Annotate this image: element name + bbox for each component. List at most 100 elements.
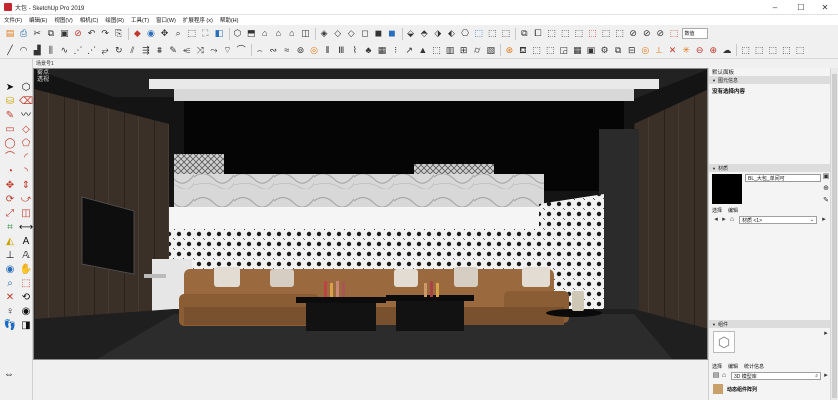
paste-icon[interactable]: ▣ bbox=[58, 28, 70, 40]
home-icon[interactable]: ⌂ bbox=[729, 216, 735, 223]
redo-icon[interactable]: ↷ bbox=[99, 28, 111, 40]
follow-me-icon[interactable]: ⤻ bbox=[19, 193, 33, 206]
material-collection-select[interactable]: 材质 <1> ⌄ bbox=[739, 216, 817, 224]
cube-icon[interactable]: ⬚ bbox=[531, 44, 543, 56]
select-icon[interactable]: ➤ bbox=[3, 81, 17, 94]
freehand-icon[interactable]: 〰 bbox=[19, 109, 33, 122]
material-swatch[interactable] bbox=[712, 174, 742, 204]
top-view-icon[interactable]: ⬒ bbox=[245, 28, 257, 40]
previous-view-icon[interactable]: ◧ bbox=[213, 28, 225, 40]
cut-icon[interactable]: ✂ bbox=[31, 28, 43, 40]
rectangle-icon[interactable]: ▭ bbox=[3, 123, 17, 136]
offset-tool-icon[interactable]: ◫ bbox=[19, 207, 33, 220]
three-point-arc-icon[interactable]: ◝ bbox=[19, 165, 33, 178]
model-icon[interactable]: ⬚ bbox=[739, 44, 751, 56]
components-header[interactable]: ▼ 组件 bbox=[709, 320, 831, 328]
flip-edge-icon[interactable]: ⊘ bbox=[654, 28, 666, 40]
dimension-tool-icon[interactable]: ⟷ bbox=[19, 221, 33, 234]
scale-icon[interactable]: ⤢ bbox=[3, 207, 17, 220]
zoom-window-tool-icon[interactable]: ⬚ bbox=[19, 277, 33, 290]
cap-icon[interactable]: ⌢ bbox=[254, 44, 266, 56]
create-material-icon[interactable]: ⊕ bbox=[823, 185, 829, 192]
text-icon[interactable]: A bbox=[19, 235, 33, 248]
sample-paint-icon[interactable]: ✎ bbox=[823, 197, 829, 204]
warehouse-icon[interactable]: ⬙ bbox=[405, 28, 417, 40]
menu-view[interactable]: 视图(V) bbox=[54, 16, 72, 24]
layer-icon[interactable]: ▥ bbox=[444, 44, 456, 56]
wave-icon[interactable]: ∾ bbox=[267, 44, 279, 56]
share-model-icon[interactable]: ⬘ bbox=[418, 28, 430, 40]
offset-icon[interactable]: ⫽ bbox=[126, 44, 138, 56]
section-tool-icon[interactable]: ◨ bbox=[19, 319, 33, 332]
right-view-icon[interactable]: ⌂ bbox=[272, 28, 284, 40]
shaded-icon[interactable]: ◼ bbox=[372, 28, 384, 40]
zoom-window-icon[interactable]: ⬚ bbox=[186, 28, 198, 40]
drape-icon[interactable]: ⊘ bbox=[627, 28, 639, 40]
shaded-textures-icon[interactable]: ◼ bbox=[386, 28, 398, 40]
chamfer-icon[interactable]: ⤨ bbox=[194, 44, 206, 56]
sun-icon[interactable]: ✳ bbox=[680, 44, 692, 56]
wall-icon[interactable]: ▦ bbox=[376, 44, 388, 56]
menu-window[interactable]: 窗口(W) bbox=[156, 16, 176, 24]
component-item-label[interactable]: 动态组件阵列 bbox=[727, 386, 757, 393]
circle-icon[interactable]: ◯ bbox=[3, 137, 17, 150]
solid-union-icon[interactable]: ⧉ bbox=[518, 28, 530, 40]
arc-tool-icon[interactable]: ⌒ bbox=[3, 151, 17, 164]
menu-extensions[interactable]: 扩展程序 (x) bbox=[183, 16, 213, 24]
tape-icon[interactable]: ⊖ bbox=[694, 44, 706, 56]
orbit-icon[interactable]: ◉ bbox=[145, 28, 157, 40]
front-view-icon[interactable]: ⌂ bbox=[259, 28, 271, 40]
add-detail-icon[interactable]: ⊘ bbox=[641, 28, 653, 40]
spring-icon[interactable]: ⌇ bbox=[349, 44, 361, 56]
tab-component-select[interactable]: 选择 bbox=[712, 363, 722, 370]
panel-icon[interactable]: ⊟ bbox=[626, 44, 638, 56]
arc2-icon[interactable]: ◜ bbox=[19, 151, 33, 164]
component-search-input[interactable]: 3D 模型库 ⌕ bbox=[731, 372, 821, 380]
array-icon[interactable]: ▦ bbox=[571, 44, 583, 56]
shell-icon[interactable]: ⬚ bbox=[430, 44, 442, 56]
pie-icon[interactable]: ◔ bbox=[3, 165, 17, 178]
component-thumbnail[interactable] bbox=[713, 384, 723, 394]
scene-tab[interactable]: 场景号1 bbox=[33, 59, 708, 68]
frame-icon[interactable]: ▣ bbox=[585, 44, 597, 56]
component-detail-icon[interactable]: ▸ bbox=[823, 330, 829, 337]
extrude-icon[interactable]: ⥂ bbox=[99, 44, 111, 56]
push-pull-icon[interactable]: ⇕ bbox=[19, 179, 33, 192]
previous-icon[interactable]: ⟲ bbox=[19, 291, 33, 304]
menu-file[interactable]: 文件(F) bbox=[4, 16, 22, 24]
sandbox-icon[interactable]: ⬚ bbox=[586, 28, 598, 40]
material-name-field[interactable]: BL_大包_单间可 bbox=[745, 174, 821, 182]
stairs-icon[interactable]: ⩩ bbox=[154, 44, 166, 56]
pan-arrow-icon[interactable]: ⇔ bbox=[4, 369, 14, 380]
fillet-icon[interactable]: ⥺ bbox=[181, 44, 193, 56]
pencil-icon[interactable]: ✎ bbox=[3, 109, 17, 122]
arc-icon[interactable]: ◠ bbox=[18, 44, 30, 56]
back-view-icon[interactable]: ⌂ bbox=[286, 28, 298, 40]
print-icon[interactable]: ⎘ bbox=[113, 28, 125, 40]
components-home-icon[interactable]: ⌂ bbox=[721, 372, 727, 379]
protractor-tool-icon[interactable]: ◭ bbox=[3, 235, 17, 248]
look-around-icon[interactable]: ◉ bbox=[19, 305, 33, 318]
close-button[interactable]: ✕ bbox=[812, 0, 838, 15]
protractor-icon[interactable]: ⊕ bbox=[707, 44, 719, 56]
duplicate-icon[interactable]: ⧉ bbox=[612, 44, 624, 56]
pan-icon[interactable]: ✥ bbox=[159, 28, 171, 40]
iso-view-icon[interactable]: ⬡ bbox=[232, 28, 244, 40]
model-viewport[interactable]: 雾点 透视 bbox=[33, 68, 708, 360]
polygon-icon[interactable]: ⬠ bbox=[19, 137, 33, 150]
shape-icon[interactable]: ◲ bbox=[558, 44, 570, 56]
left-view-icon[interactable]: ◫ bbox=[299, 28, 311, 40]
extension-warehouse-icon[interactable]: ⬗ bbox=[432, 28, 444, 40]
gear-icon[interactable]: ⚙ bbox=[599, 44, 611, 56]
ring-icon[interactable]: ⊚ bbox=[294, 44, 306, 56]
orbit-tool-icon[interactable]: ◉ bbox=[3, 263, 17, 276]
menu-tools[interactable]: 工具(T) bbox=[131, 16, 149, 24]
weld-icon[interactable]: ⋰ bbox=[86, 44, 98, 56]
new-file-icon[interactable]: ▤ bbox=[4, 28, 16, 40]
dimension-icon[interactable]: ⟂ bbox=[653, 44, 665, 56]
section-plane-icon[interactable]: ⬚ bbox=[473, 28, 485, 40]
materials-header[interactable]: ▼ 材质 bbox=[709, 164, 831, 172]
undo-icon[interactable]: ↶ bbox=[86, 28, 98, 40]
component-cube-icon[interactable]: ⬡ bbox=[713, 331, 735, 353]
model3-icon[interactable]: ⬚ bbox=[767, 44, 779, 56]
